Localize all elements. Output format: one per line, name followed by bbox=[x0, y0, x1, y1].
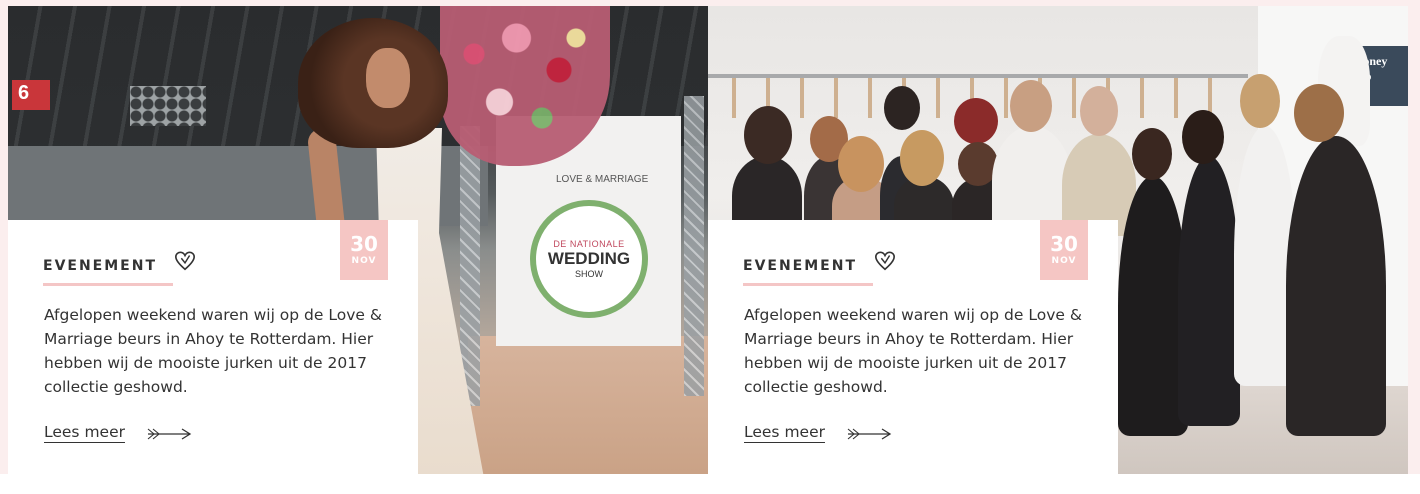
arrow-right-icon[interactable] bbox=[846, 426, 892, 442]
person-head bbox=[900, 130, 944, 186]
person-head bbox=[1080, 86, 1118, 136]
photo-wedding-show-logo: DE NATIONALE WEDDING SHOW bbox=[530, 200, 648, 318]
event-card-2[interactable]: Honey sho 30 NOV EVENEMENT bbox=[708, 6, 1408, 474]
heart-icon bbox=[875, 251, 895, 271]
category-underline bbox=[43, 283, 173, 286]
heart-icon bbox=[175, 251, 195, 271]
date-day: 30 bbox=[1050, 232, 1078, 256]
card-text-panel: 30 NOV EVENEMENT Afgelopen weekend waren… bbox=[8, 220, 418, 474]
category-label: EVENEMENT bbox=[743, 258, 858, 274]
photo-backdrop-top-text: LOVE & MARRIAGE bbox=[556, 174, 649, 185]
photo-floor bbox=[468, 336, 708, 474]
photo-vent bbox=[130, 86, 206, 126]
photo-hall-sign: 6 bbox=[12, 80, 50, 110]
card-excerpt: Afgelopen weekend waren wij op de Love &… bbox=[744, 306, 1082, 396]
read-more-link[interactable]: Lees meer bbox=[44, 423, 125, 441]
date-month: NOV bbox=[1051, 256, 1077, 266]
card-excerpt: Afgelopen weekend waren wij op de Love &… bbox=[44, 306, 382, 396]
person-head bbox=[884, 86, 920, 130]
arrow-right-icon[interactable] bbox=[146, 426, 192, 442]
logo-line-2: WEDDING bbox=[547, 249, 631, 268]
date-badge: 30 NOV bbox=[1040, 220, 1088, 280]
person bbox=[1178, 156, 1240, 426]
person bbox=[1286, 136, 1386, 436]
date-day: 30 bbox=[350, 232, 378, 256]
bottom-band bbox=[0, 474, 1420, 494]
logo-line-1: DE NATIONALE bbox=[553, 239, 625, 249]
photo-truss-right bbox=[684, 96, 704, 396]
read-more-link[interactable]: Lees meer bbox=[744, 423, 825, 441]
category-underline bbox=[743, 283, 873, 286]
person-head bbox=[954, 98, 998, 144]
date-badge: 30 NOV bbox=[340, 220, 388, 280]
bride-face bbox=[366, 48, 410, 108]
person-head bbox=[1240, 74, 1280, 128]
date-month: NOV bbox=[351, 256, 377, 266]
person-head bbox=[744, 106, 792, 164]
category-label: EVENEMENT bbox=[43, 258, 158, 274]
person-head bbox=[838, 136, 884, 192]
logo-line-3: SHOW bbox=[575, 269, 603, 279]
person-head bbox=[1294, 84, 1344, 142]
person-head bbox=[1010, 80, 1052, 132]
card-text-panel: 30 NOV EVENEMENT Afgelopen weekend waren… bbox=[708, 220, 1118, 474]
event-card-1[interactable]: 6 LOVE & MARRIAGE DE NATIONALE WEDDING S… bbox=[8, 6, 708, 474]
person-head bbox=[1132, 128, 1172, 180]
person-head bbox=[1182, 110, 1224, 164]
